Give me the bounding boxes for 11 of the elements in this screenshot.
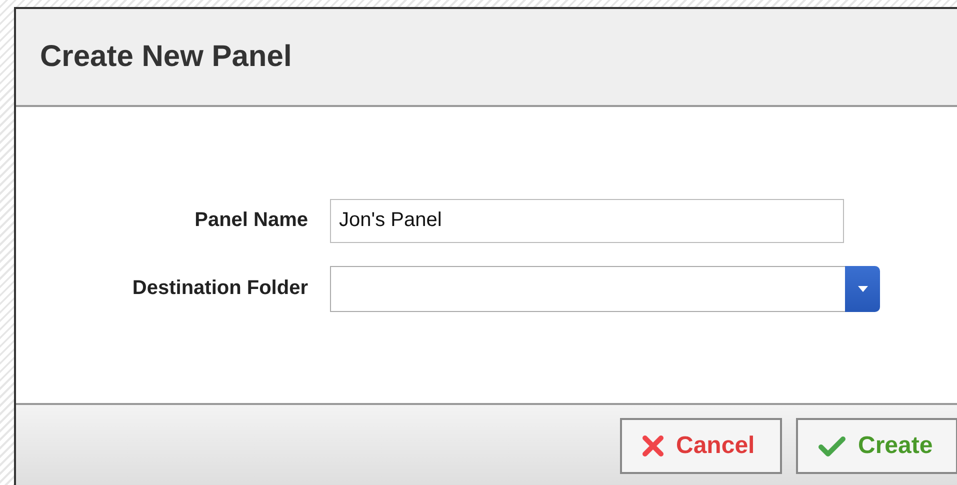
panel-name-field[interactable]: Jon's Panel	[330, 198, 844, 242]
checkmark-icon	[818, 435, 846, 457]
folder-dropdown[interactable]	[330, 266, 880, 312]
close-icon	[642, 435, 664, 457]
caret-icon	[858, 286, 868, 292]
dropdown-button[interactable]	[845, 266, 880, 312]
field-label: Destination Folder	[131, 277, 308, 300]
create-button[interactable]: Create	[796, 418, 957, 474]
cancel-button[interactable]: Cancel	[620, 418, 782, 474]
dialog-title: Create New Panel	[40, 40, 292, 74]
field-label: Panel Name	[194, 209, 308, 232]
